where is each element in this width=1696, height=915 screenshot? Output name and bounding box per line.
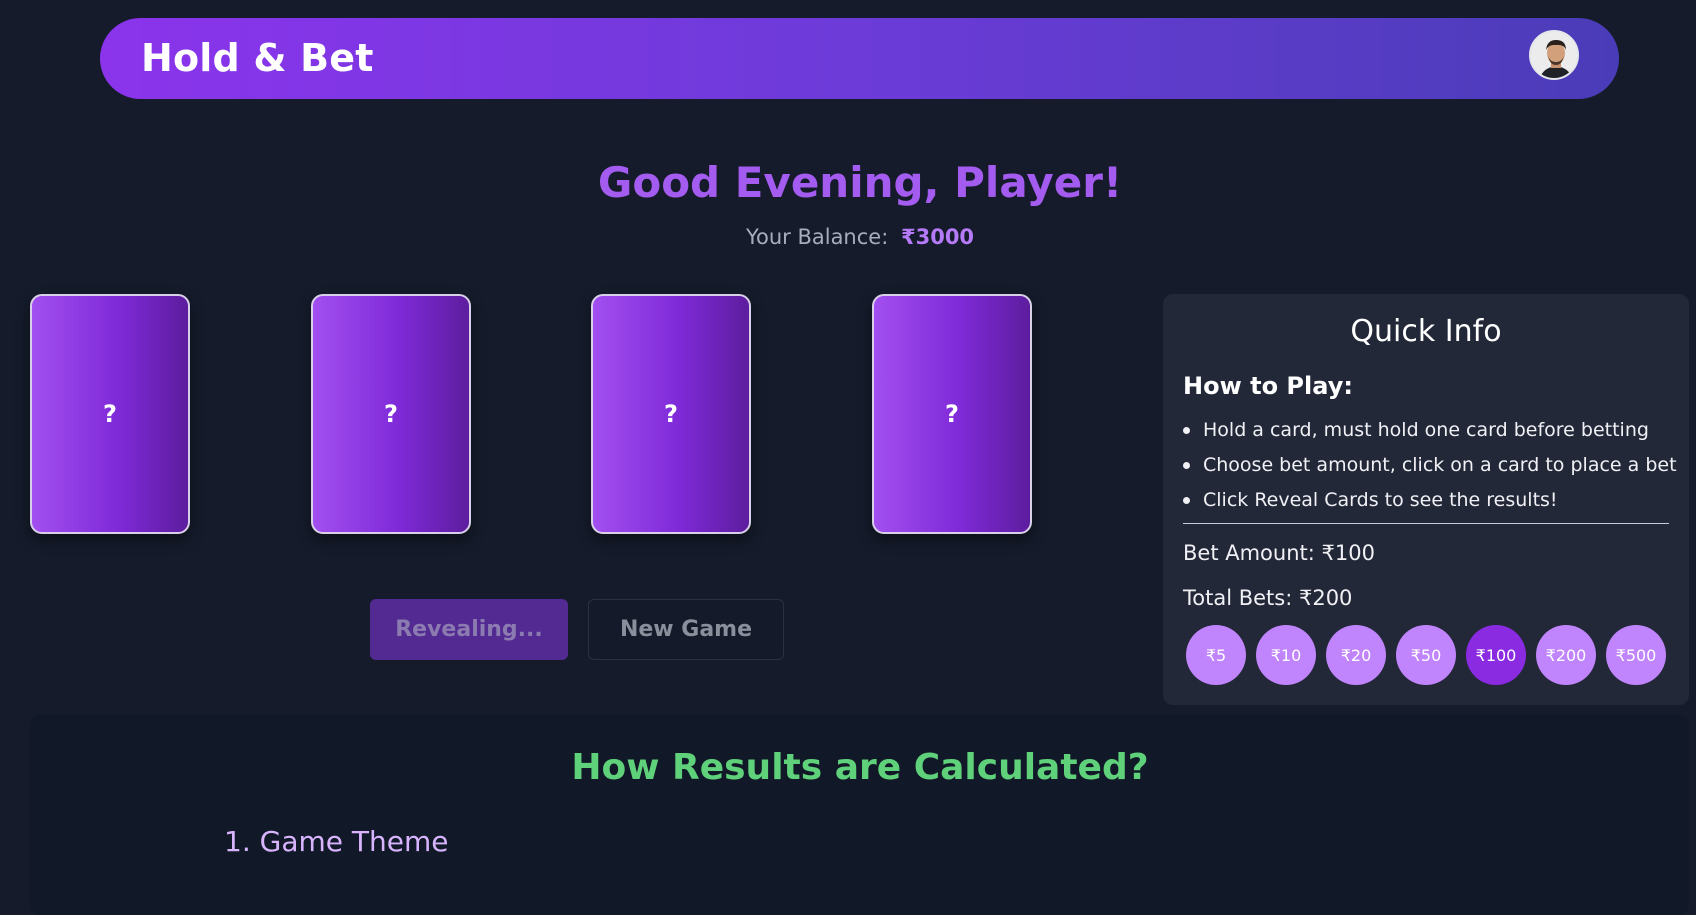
balance-value: ₹3000: [900, 225, 975, 249]
bet-amount-text: Bet Amount: ₹100: [1183, 541, 1375, 565]
how-to-play-heading: How to Play:: [1183, 372, 1353, 400]
card-hidden-mark: ?: [945, 400, 959, 428]
bet-chip-200[interactable]: ₹200: [1536, 625, 1596, 685]
rule-item: Choose bet amount, click on a card to pl…: [1183, 453, 1677, 488]
card-hidden-mark: ?: [103, 400, 117, 428]
results-explanation-section: How Results are Calculated? 1. Game Them…: [30, 715, 1689, 915]
card-1[interactable]: ?: [30, 294, 190, 534]
bet-chip-20[interactable]: ₹20: [1326, 625, 1386, 685]
bet-chip-row: ₹5 ₹10 ₹20 ₹50 ₹100 ₹200 ₹500: [1186, 625, 1666, 685]
bet-chip-500[interactable]: ₹500: [1606, 625, 1666, 685]
new-game-button[interactable]: New Game: [588, 599, 784, 660]
rules-list: Hold a card, must hold one card before b…: [1183, 418, 1677, 523]
rule-item: Click Reveal Cards to see the results!: [1183, 488, 1677, 523]
card-2[interactable]: ?: [311, 294, 471, 534]
user-avatar-icon[interactable]: [1529, 30, 1579, 80]
brand-title[interactable]: Hold & Bet: [141, 36, 374, 80]
reveal-cards-button[interactable]: Revealing...: [370, 599, 568, 660]
divider: [1183, 523, 1669, 524]
results-item-game-theme: 1. Game Theme: [224, 825, 449, 858]
top-navbar: Hold & Bet: [100, 18, 1619, 99]
rule-item: Hold a card, must hold one card before b…: [1183, 418, 1677, 453]
quick-info-panel: Quick Info How to Play: Hold a card, mus…: [1163, 294, 1689, 705]
bet-chip-100[interactable]: ₹100: [1466, 625, 1526, 685]
bet-chip-10[interactable]: ₹10: [1256, 625, 1316, 685]
card-hidden-mark: ?: [384, 400, 398, 428]
results-title: How Results are Calculated?: [571, 747, 1149, 788]
card-hidden-mark: ?: [664, 400, 678, 428]
card-4[interactable]: ?: [872, 294, 1032, 534]
balance-label: Your Balance:: [745, 225, 889, 249]
bet-chip-50[interactable]: ₹50: [1396, 625, 1456, 685]
total-bets-text: Total Bets: ₹200: [1183, 586, 1353, 610]
greeting-heading: Good Evening, Player!: [597, 158, 1123, 207]
card-3[interactable]: ?: [591, 294, 751, 534]
balance-row: Your Balance: ₹3000: [0, 225, 1696, 249]
quick-info-title: Quick Info: [1350, 314, 1502, 349]
bet-chip-5[interactable]: ₹5: [1186, 625, 1246, 685]
